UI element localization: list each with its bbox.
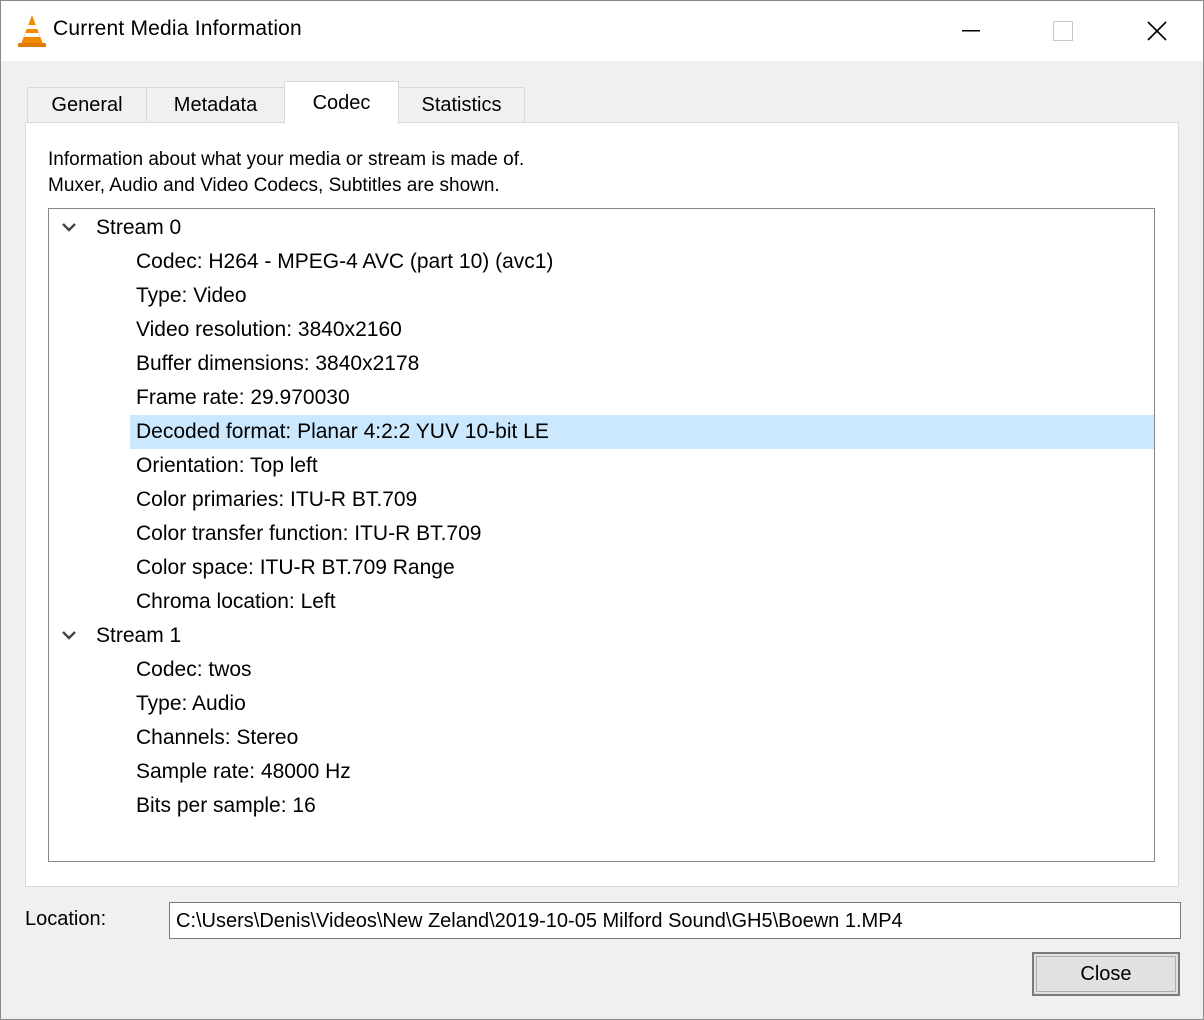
property-text: Type: Video — [136, 284, 247, 307]
property-text: Orientation: Top left — [136, 454, 318, 477]
tree-item[interactable]: Color transfer function: ITU-R BT.709 — [49, 517, 1154, 551]
tree-item[interactable]: Codec: twos — [49, 653, 1154, 687]
minimize-button[interactable] — [925, 1, 1017, 61]
tab-statistics[interactable]: Statistics — [398, 87, 525, 123]
tree-item[interactable]: Video resolution: 3840x2160 — [49, 313, 1154, 347]
stream-label: Stream 0 — [96, 216, 182, 239]
tree-item[interactable]: Type: Audio — [49, 687, 1154, 721]
tree-item-selected[interactable]: Decoded format: Planar 4:2:2 YUV 10-bit … — [49, 415, 1154, 449]
stream-label: Stream 1 — [96, 624, 182, 647]
property-text: Bits per sample: 16 — [136, 794, 316, 817]
tree-item[interactable]: Chroma location: Left — [49, 585, 1154, 619]
title-bar[interactable]: Current Media Information — [1, 1, 1203, 61]
tree-item[interactable]: Bits per sample: 16 — [49, 789, 1154, 823]
property-text: Frame rate: 29.970030 — [136, 386, 350, 409]
property-text: Channels: Stereo — [136, 726, 299, 749]
tree-item[interactable]: Sample rate: 48000 Hz — [49, 755, 1154, 789]
property-text: Type: Audio — [136, 692, 246, 715]
close-icon — [1147, 21, 1167, 41]
tree-item[interactable]: Orientation: Top left — [49, 449, 1154, 483]
codec-panel: Information about what your media or str… — [25, 122, 1179, 887]
description-line-1: Information about what your media or str… — [48, 149, 525, 170]
tree-item[interactable]: Buffer dimensions: 3840x2178 — [49, 347, 1154, 381]
button-focus-border — [1036, 956, 1176, 992]
tree-stream-0[interactable]: Stream 0 — [49, 211, 1154, 245]
media-info-window: Current Media Information General Metada… — [0, 0, 1204, 1020]
tree-item[interactable]: Color primaries: ITU-R BT.709 — [49, 483, 1154, 517]
tab-codec[interactable]: Codec — [284, 81, 399, 124]
property-text: Codec: H264 - MPEG-4 AVC (part 10) (avc1… — [136, 250, 554, 273]
chevron-down-icon[interactable] — [61, 221, 77, 235]
location-field[interactable]: C:\Users\Denis\Videos\New Zeland\2019-10… — [169, 902, 1181, 939]
stream-tree[interactable]: Stream 0 Codec: H264 - MPEG-4 AVC (part … — [48, 208, 1155, 862]
tree-item[interactable]: Codec: H264 - MPEG-4 AVC (part 10) (avc1… — [49, 245, 1154, 279]
tab-general[interactable]: General — [27, 87, 147, 123]
maximize-button[interactable] — [1017, 1, 1109, 61]
property-text: Sample rate: 48000 Hz — [136, 760, 351, 783]
maximize-icon — [1053, 21, 1073, 41]
tab-metadata[interactable]: Metadata — [146, 87, 285, 123]
tree-item[interactable]: Frame rate: 29.970030 — [49, 381, 1154, 415]
property-text: Codec: twos — [136, 658, 252, 681]
minimize-icon — [962, 30, 980, 32]
chevron-down-icon[interactable] — [61, 629, 77, 643]
tree-item[interactable]: Type: Video — [49, 279, 1154, 313]
property-text: Color primaries: ITU-R BT.709 — [136, 488, 418, 511]
property-text: Decoded format: Planar 4:2:2 YUV 10-bit … — [136, 420, 549, 443]
property-text: Color transfer function: ITU-R BT.709 — [136, 522, 482, 545]
window-title: Current Media Information — [53, 17, 302, 40]
window-close-button[interactable] — [1111, 1, 1203, 61]
tree-item[interactable]: Color space: ITU-R BT.709 Range — [49, 551, 1154, 585]
description-line-2: Muxer, Audio and Video Codecs, Subtitles… — [48, 175, 500, 196]
location-label: Location: — [25, 908, 107, 930]
tree-item[interactable]: Channels: Stereo — [49, 721, 1154, 755]
property-text: Chroma location: Left — [136, 590, 336, 613]
close-button[interactable]: Close — [1032, 952, 1180, 996]
panel-description: Information about what your media or str… — [48, 147, 524, 199]
tree-stream-1[interactable]: Stream 1 — [49, 619, 1154, 653]
vlc-cone-icon — [18, 15, 46, 47]
property-text: Buffer dimensions: 3840x2178 — [136, 352, 420, 375]
property-text: Color space: ITU-R BT.709 Range — [136, 556, 455, 579]
property-text: Video resolution: 3840x2160 — [136, 318, 402, 341]
